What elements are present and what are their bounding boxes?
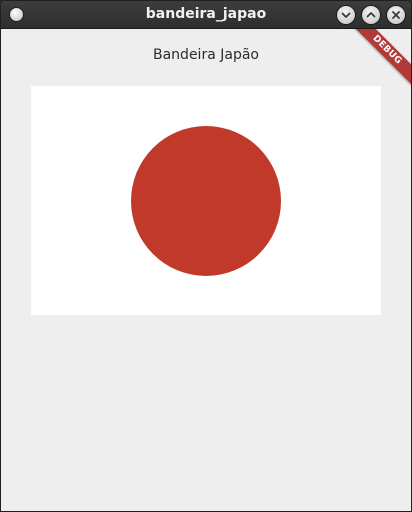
chevron-down-icon bbox=[341, 12, 351, 18]
close-button[interactable] bbox=[387, 6, 405, 24]
title-bar[interactable]: bandeira_japao bbox=[1, 1, 411, 29]
flag-sun-circle bbox=[131, 126, 281, 276]
close-icon bbox=[392, 11, 400, 19]
app-content: Bandeira Japão DEBUG bbox=[1, 29, 411, 511]
page-title: Bandeira Japão bbox=[153, 47, 259, 63]
japan-flag bbox=[31, 86, 381, 315]
app-window: bandeira_japao Bandeira Japão DEBUG bbox=[0, 0, 412, 512]
chevron-up-icon bbox=[366, 12, 376, 18]
maximize-button[interactable] bbox=[362, 6, 380, 24]
minimize-button[interactable] bbox=[337, 6, 355, 24]
